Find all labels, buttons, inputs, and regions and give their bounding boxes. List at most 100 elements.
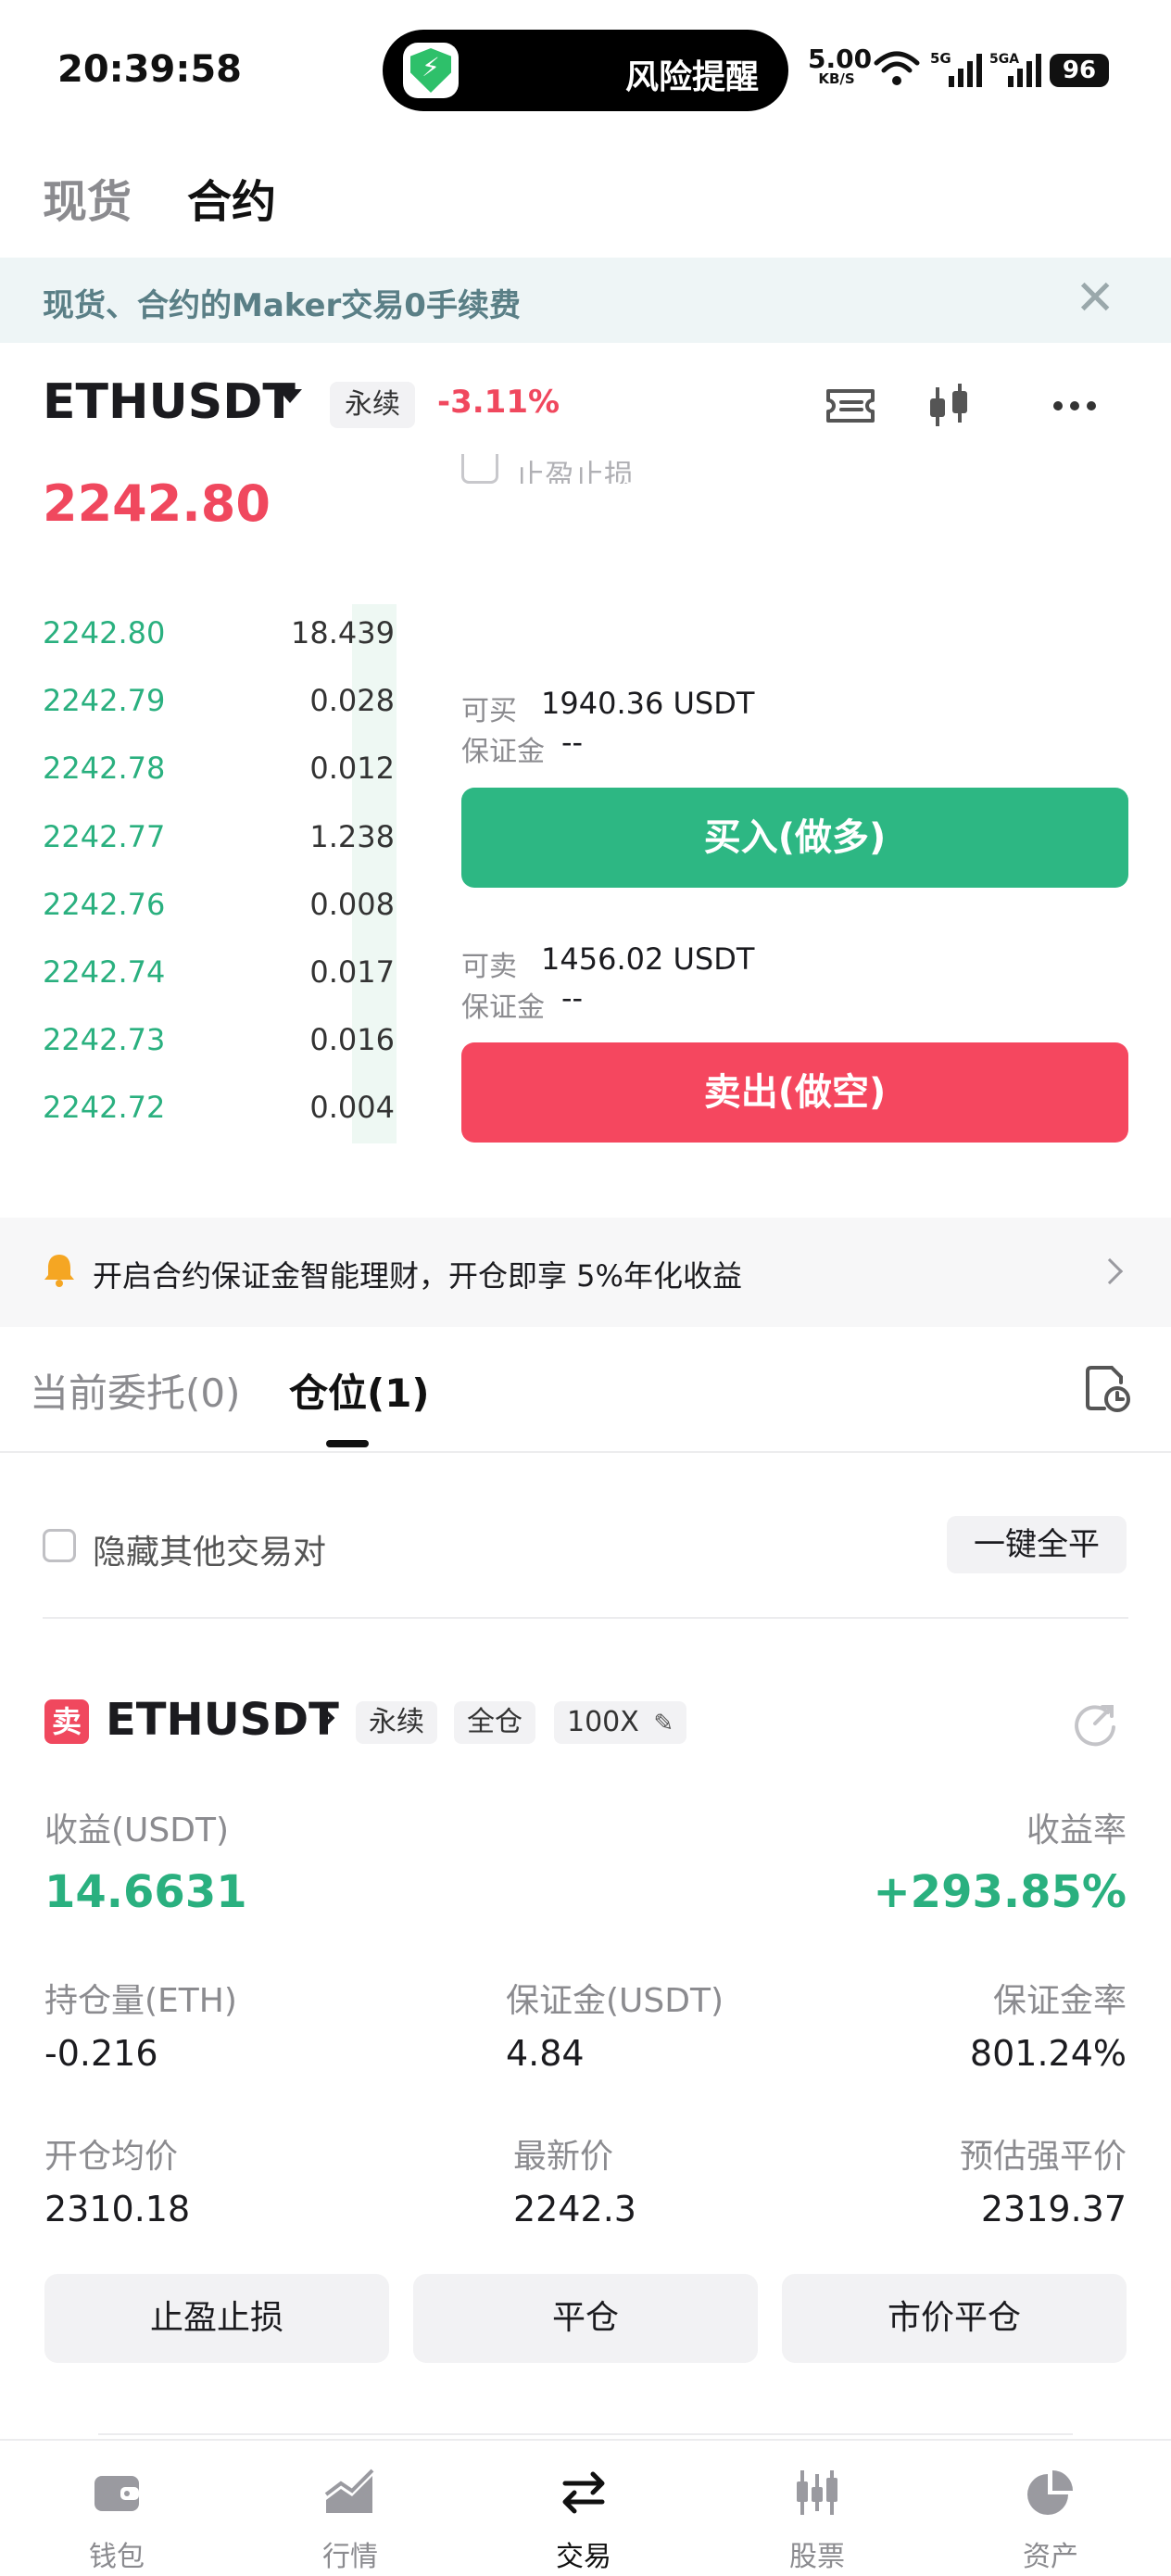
ob-qty: 0.016	[309, 1022, 395, 1057]
risk-alert-text: 风险提醒	[624, 58, 759, 96]
battery-icon: 96	[1050, 54, 1109, 87]
tpsl-button[interactable]: 止盈止损	[44, 2274, 389, 2363]
tab-indicator	[326, 1440, 369, 1447]
price-change: -3.11%	[437, 384, 560, 421]
signal-5ga-icon: 5GA	[989, 52, 1041, 87]
entry-price-value: 2310.18	[44, 2189, 191, 2229]
buy-available-value: 1940.36 USDT	[541, 686, 755, 721]
sell-short-button[interactable]: 卖出(做空)	[461, 1042, 1128, 1143]
ticket-icon[interactable]	[823, 378, 878, 434]
bottom-nav: 钱包 行情 交易 股票 资产	[0, 2439, 1171, 2576]
net-speed: 5.00 KB/S	[808, 44, 873, 87]
ob-qty: 0.012	[309, 751, 395, 786]
leverage-tag[interactable]: 100X ✎	[554, 1701, 687, 1744]
liq-price-label: 预估强平价	[959, 2138, 1127, 2176]
pnl-value: 14.6631	[44, 1866, 247, 1918]
wifi-icon	[874, 51, 920, 85]
margin-ratio-label: 保证金率	[992, 1982, 1127, 2020]
pair-selector[interactable]: ETHUSDT	[43, 374, 296, 430]
nav-assets[interactable]: 资产	[934, 2441, 1167, 2576]
ob-qty: 0.028	[309, 683, 395, 718]
order-book-row[interactable]: 2242.77 1.238	[43, 819, 395, 867]
candlestick-icon[interactable]	[921, 378, 976, 434]
pie-icon	[1027, 2470, 1073, 2515]
buy-long-button[interactable]: 买入(做多)	[461, 788, 1128, 888]
edit-icon: ✎	[653, 1710, 674, 1737]
order-book-row[interactable]: 2242.72 0.004	[43, 1090, 395, 1138]
size-value: -0.216	[44, 2033, 158, 2074]
dynamic-island[interactable]: ⚡ 风险提醒	[383, 30, 788, 111]
bell-icon	[44, 1255, 74, 1287]
market-close-button[interactable]: 市价平仓	[782, 2274, 1127, 2363]
ob-price: 2242.79	[43, 683, 166, 718]
ob-price: 2242.78	[43, 751, 166, 786]
tpsl-checkbox[interactable]	[461, 454, 498, 484]
margin-mode-tag[interactable]: 全仓	[454, 1701, 535, 1744]
ob-qty: 0.017	[309, 954, 395, 990]
order-book-row[interactable]: 2242.74 0.017	[43, 954, 395, 1003]
shield-icon: ⚡	[403, 43, 459, 98]
buy-available-label: 可买	[461, 695, 517, 727]
order-book-row[interactable]: 2242.76 0.008	[43, 887, 395, 935]
fee-banner[interactable]: 现货、合约的Maker交易0手续费 ✕	[0, 258, 1171, 343]
status-time: 20:39:58	[57, 48, 242, 91]
margin-label: 保证金(USDT)	[506, 1982, 724, 2020]
roe-label: 收益率	[1026, 1812, 1127, 1850]
ob-price: 2242.77	[43, 819, 166, 854]
order-book-row[interactable]: 2242.78 0.012	[43, 751, 395, 799]
swap-icon	[562, 2471, 605, 2514]
mark-price-label: 最新价	[513, 2138, 614, 2176]
sell-available-value: 1456.02 USDT	[541, 941, 755, 977]
signal-5g-icon: 5G	[930, 50, 982, 87]
promo-banner[interactable]: 开启合约保证金智能理财，开仓即享 5%年化收益	[0, 1218, 1171, 1327]
tab-spot[interactable]: 现货	[43, 165, 132, 230]
close-position-button[interactable]: 平仓	[413, 2274, 758, 2363]
roe-value: +293.85%	[873, 1866, 1127, 1918]
ob-qty: 18.439	[291, 615, 395, 650]
divider	[43, 1617, 1128, 1619]
side-badge: 卖	[44, 1699, 89, 1744]
tab-open-orders[interactable]: 当前委托(0)	[30, 1362, 241, 1419]
liq-price-value: 2319.37	[980, 2189, 1127, 2229]
margin-ratio-value: 801.24%	[969, 2033, 1127, 2074]
tab-contract[interactable]: 合约	[187, 165, 276, 230]
order-book-row[interactable]: 2242.73 0.016	[43, 1022, 395, 1070]
chart-icon	[324, 2469, 374, 2513]
close-all-button[interactable]: 一键全平	[947, 1516, 1127, 1573]
buy-margin-value: --	[561, 725, 584, 760]
hide-pairs-checkbox[interactable]	[43, 1529, 76, 1562]
svg-text:5G: 5G	[930, 50, 951, 67]
share-icon[interactable]	[1071, 1699, 1119, 1748]
ob-price: 2242.76	[43, 887, 166, 922]
promo-text: 开启合约保证金智能理财，开仓即享 5%年化收益	[93, 1258, 742, 1294]
nav-stocks[interactable]: 股票	[700, 2441, 934, 2576]
sell-margin-label: 保证金	[461, 991, 545, 1024]
tab-positions[interactable]: 仓位(1)	[289, 1362, 430, 1419]
history-icon[interactable]	[1084, 1362, 1132, 1414]
sell-margin-value: --	[561, 980, 584, 1016]
wallet-icon	[94, 2476, 139, 2511]
status-bar: 20:39:58 ⚡ 风险提醒 5.00 KB/S 5G 5GA 96	[0, 0, 1171, 139]
ob-qty: 0.004	[309, 1090, 395, 1125]
mark-price-value: 2242.3	[513, 2189, 636, 2229]
close-icon[interactable]: ✕	[1075, 271, 1115, 326]
svg-text:5GA: 5GA	[989, 52, 1019, 67]
sell-available-label: 可卖	[461, 951, 517, 983]
stocks-icon	[797, 2470, 837, 2515]
last-price: 2242.80	[43, 474, 271, 533]
banner-text: 现货、合约的Maker交易0手续费	[43, 287, 521, 324]
more-icon[interactable]	[1047, 378, 1102, 434]
position-pair[interactable]: ETHUSDT	[106, 1694, 339, 1746]
ob-qty: 0.008	[309, 887, 395, 922]
nav-wallet[interactable]: 钱包	[0, 2441, 233, 2576]
perpetual-tag: 永续	[330, 382, 415, 428]
caret-down-icon[interactable]	[278, 389, 302, 403]
ob-price: 2242.73	[43, 1022, 166, 1057]
order-book-row[interactable]: 2242.80 18.439	[43, 615, 395, 663]
nav-trade[interactable]: 交易	[467, 2441, 700, 2576]
nav-market[interactable]: 行情	[233, 2441, 467, 2576]
ob-qty: 1.238	[309, 819, 395, 854]
chevron-right-icon	[1096, 1257, 1124, 1285]
order-book-row[interactable]: 2242.79 0.028	[43, 683, 395, 731]
divider	[98, 2433, 1073, 2435]
